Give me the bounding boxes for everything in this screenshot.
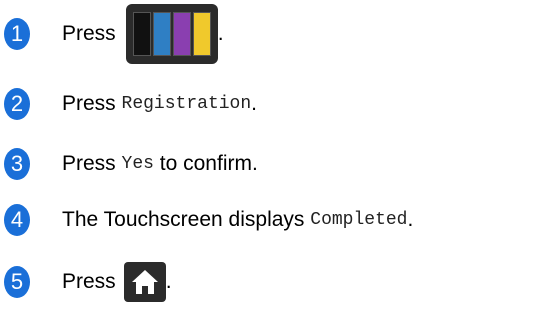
step-1-suffix: . (217, 22, 224, 45)
step-2-prefix: Press (62, 92, 116, 115)
step-number-1: 1 (4, 18, 30, 50)
yes-code: Yes (121, 154, 154, 174)
step-4-prefix: The Touchscreen displays (62, 208, 305, 231)
ink-bar-black (132, 12, 151, 56)
step-3-prefix: Press (62, 152, 116, 175)
completed-code: Completed (310, 210, 408, 230)
step-3-suffix: to confirm. (159, 152, 258, 175)
ink-bar-magenta (172, 12, 191, 56)
step-number-3: 3 (4, 148, 30, 180)
step-5-suffix: . (165, 270, 172, 293)
step-1-prefix: Press (62, 22, 116, 45)
step-4-suffix: . (407, 208, 414, 231)
step-number-5: 5 (4, 266, 30, 298)
ink-cartridge-icon (125, 4, 218, 64)
home-glyph (131, 270, 158, 294)
ink-bar-cyan (152, 12, 171, 56)
step-5-prefix: Press (62, 270, 116, 293)
step-number-2: 2 (4, 88, 30, 120)
step-number-4: 4 (4, 204, 30, 236)
home-icon (123, 262, 166, 302)
registration-code: Registration (121, 94, 252, 114)
step-2-suffix: . (251, 92, 257, 115)
ink-bar-yellow (192, 12, 211, 56)
